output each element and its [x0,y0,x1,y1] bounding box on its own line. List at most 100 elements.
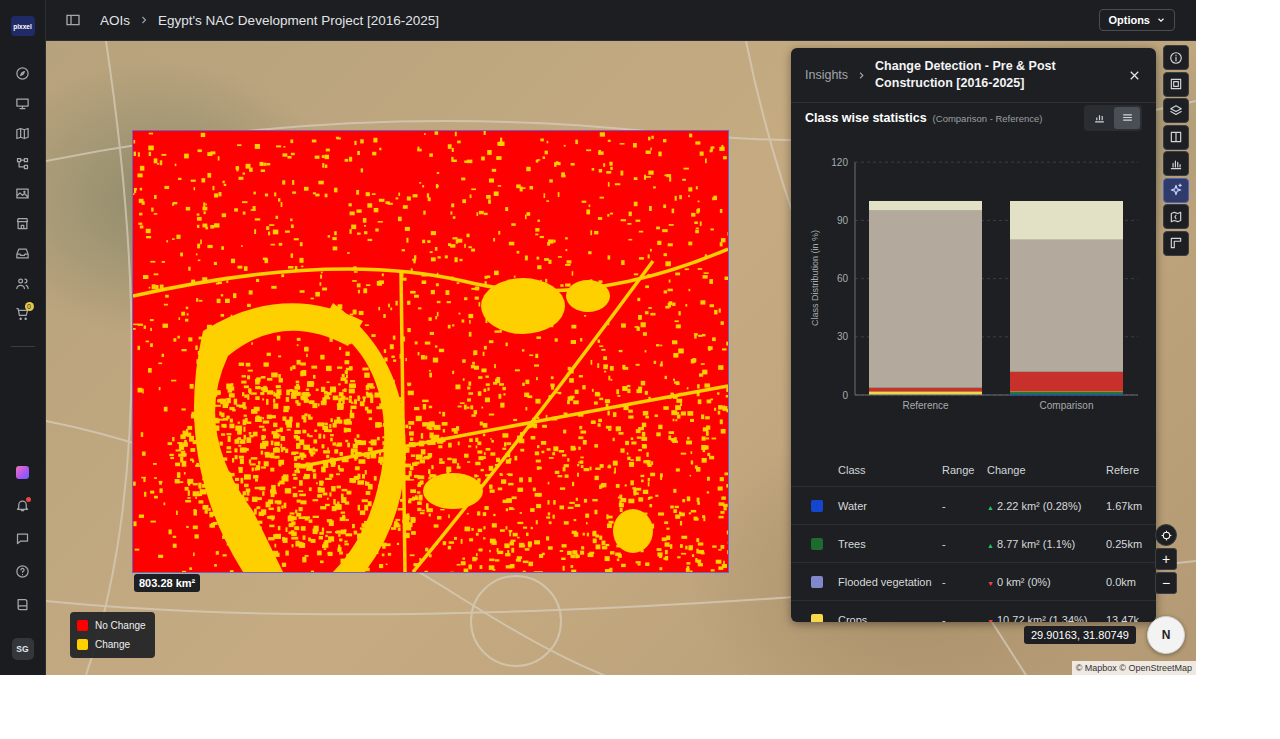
map-attribution[interactable]: © Mapbox © OpenStreetMap [1072,661,1196,675]
class-swatch [811,500,823,512]
nav-item[interactable] [0,88,46,118]
table-row[interactable]: Crops-▼ 10.72 km² (1.34%)13.47k [791,601,1156,622]
y-axis-label: Class Distribution (in %) [810,230,820,326]
y-tick: 120 [831,157,1138,168]
bar-segment[interactable] [1010,392,1123,394]
stacked-bar-chart: 1209060300Class Distribution (in %)Refer… [791,139,1156,429]
svg-text:0: 0 [842,390,848,401]
column-header[interactable]: Change [987,464,1106,476]
column-header[interactable]: Class [838,464,942,476]
svg-text:60: 60 [837,273,849,284]
nav-item[interactable] [0,588,46,621]
options-button[interactable]: Options [1099,9,1175,31]
column-header[interactable]: Refere [1106,464,1156,476]
reference-cell: 0.0km [1106,576,1156,588]
panel-header: InsightsChange Detection - Pre & Post Co… [791,48,1156,103]
class-swatch [811,576,823,588]
nav-item[interactable] [0,58,46,88]
locate-button[interactable] [1155,524,1177,546]
nav-item[interactable] [0,522,46,555]
bar-view-icon [1093,111,1106,124]
view-toggle [1084,105,1142,131]
map-toolbar [1163,45,1189,256]
class-cell: Trees [838,538,942,550]
sparkle-icon [1169,183,1183,197]
user-avatar[interactable]: SG [12,638,34,660]
nav-item[interactable] [0,178,46,208]
change-cell: ▲ 8.77 km² (1.1%) [987,538,1106,550]
bar-segment[interactable] [1010,201,1123,240]
layers-icon [1169,104,1183,118]
map-tool-button[interactable] [1163,178,1189,203]
cart-badge: 0 [25,302,34,311]
nav-item[interactable] [0,148,46,178]
change-overlay[interactable] [133,131,728,572]
sidebar-toggle-icon[interactable] [65,12,81,28]
panel-breadcrumb[interactable]: Insights [805,68,848,82]
sidebar: pixxel 0 SG [0,0,46,675]
notification-dot [26,497,31,502]
map-tool-button[interactable] [1163,72,1189,97]
x-axis [855,395,1138,396]
table-row[interactable]: Flooded vegetation-▼ 0 km² (0%)0.0km [791,563,1156,601]
range-cell: - [942,614,987,623]
apps-icon [16,466,29,479]
screen: pixxel 0 SG AOIs Egypt's NAC Development Pro… [0,0,1280,739]
zoom-controls: +− [1155,524,1177,594]
zoom-out-button[interactable]: − [1155,572,1177,594]
store-icon [15,216,30,231]
compass[interactable]: N [1147,616,1185,654]
map-tool-button[interactable] [1163,151,1189,176]
nav-item[interactable] [0,489,46,522]
range-cell: - [942,538,987,550]
logo[interactable]: pixxel [11,16,35,36]
nav-item[interactable]: 0 [0,298,46,328]
bar-segment[interactable] [869,211,982,388]
nav-item[interactable] [0,208,46,238]
bar-segment[interactable] [1010,372,1123,391]
nav-item[interactable] [0,118,46,148]
nav-item[interactable] [0,456,46,489]
x-category-label: Comparison [1040,400,1094,411]
class-swatch [811,614,823,623]
bar-segment[interactable] [1010,240,1123,372]
map-tool-button[interactable] [1163,204,1189,229]
crosshair-icon [1160,529,1173,542]
class-cell: Water [838,500,942,512]
list-view-icon [1121,111,1134,124]
x-category-label: Reference [902,400,949,411]
bar-segment[interactable] [869,201,982,211]
area-label: 803.28 km² [134,574,200,592]
zoom-in-button[interactable]: + [1155,548,1177,570]
class-cell: Crops [838,614,942,623]
bar-segment[interactable] [869,391,982,394]
help-icon [15,564,30,579]
nav-item[interactable] [0,268,46,298]
view-toggle-button[interactable] [1114,107,1140,129]
map[interactable]: 803.28 km²No ChangeChangeInsightsChange … [46,41,1196,675]
stats-header: Class wise statistics(Comparison - Refer… [791,104,1156,131]
breadcrumb-item[interactable]: Egypt's NAC Development Project [2016-20… [158,13,439,28]
drive-icon [15,246,30,261]
map-tool-button[interactable] [1163,45,1189,70]
column-header[interactable]: Range [942,464,987,476]
map-icon [15,126,30,141]
bar-segment[interactable] [869,388,982,391]
class-cell: Flooded vegetation [838,576,942,588]
view-toggle-button[interactable] [1086,107,1112,129]
main: AOIs Egypt's NAC Development Project [201… [46,0,1196,675]
breadcrumb-item[interactable]: AOIs [100,13,130,28]
change-cell: ▲ 2.22 km² (0.28%) [987,500,1106,512]
table-row[interactable]: Water-▲ 2.22 km² (0.28%)1.67km [791,487,1156,525]
map-tool-button[interactable] [1163,125,1189,150]
image-icon [15,186,30,201]
info-icon [1169,51,1183,65]
app-window: pixxel 0 SG AOIs Egypt's NAC Development Pro… [0,0,1196,675]
table-row[interactable]: Trees-▲ 8.77 km² (1.1%)0.25km [791,525,1156,563]
legend-swatch [77,639,88,650]
map-tool-button[interactable] [1163,231,1189,256]
close-icon[interactable] [1127,68,1142,83]
nav-item[interactable] [0,555,46,588]
map-tool-button[interactable] [1163,98,1189,123]
nav-item[interactable] [0,238,46,268]
